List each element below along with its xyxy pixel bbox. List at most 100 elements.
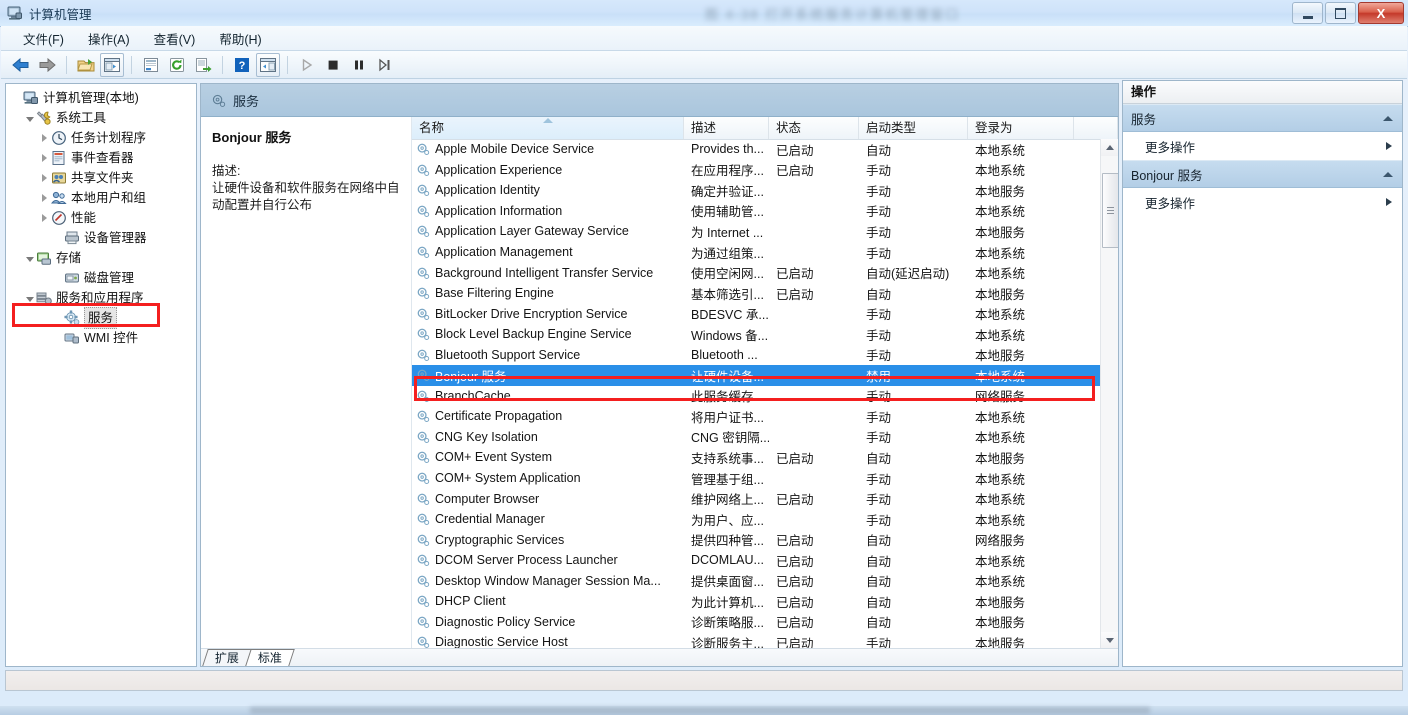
tree-item-system-tools[interactable]: 系统工具 xyxy=(10,108,196,128)
table-row[interactable]: DHCP Client为此计算机...已启动自动本地服务 xyxy=(412,591,1118,612)
table-row[interactable]: Certificate Propagation将用户证书...手动本地系统 xyxy=(412,406,1118,427)
table-row[interactable]: Block Level Backup Engine ServiceWindows… xyxy=(412,324,1118,345)
actions-group-title: Bonjour 服务 xyxy=(1131,165,1203,184)
table-row[interactable]: Diagnostic Service Host诊断服务主...已启动手动本地服务 xyxy=(412,632,1118,649)
twisty-none xyxy=(51,272,64,285)
table-row[interactable]: Bonjour 服务让硬件设备...禁用本地系统 xyxy=(412,365,1118,386)
table-row[interactable]: Base Filtering Engine基本筛选引...已启动自动本地服务 xyxy=(412,283,1118,304)
cell-description: DCOMLAU... xyxy=(684,553,769,567)
close-button[interactable]: X xyxy=(1358,2,1404,24)
table-row[interactable]: Application Experience在应用程序...已启动手动本地系统 xyxy=(412,160,1118,181)
back-button[interactable] xyxy=(9,53,33,77)
action-more-actions-bonjour[interactable]: 更多操作 xyxy=(1123,188,1402,216)
actions-group-services[interactable]: 服务 xyxy=(1123,104,1402,132)
menu-view[interactable]: 查看(V) xyxy=(142,26,208,51)
shared-folders-icon xyxy=(51,170,67,186)
column-header-label: 登录为 xyxy=(975,121,1013,135)
cell-status: 已启动 xyxy=(769,140,859,159)
cell-description: 让硬件设备... xyxy=(684,366,769,385)
stop-service-button[interactable] xyxy=(321,53,345,77)
cell-name-text: COM+ System Application xyxy=(435,471,581,485)
scroll-down-button[interactable] xyxy=(1101,632,1118,649)
column-header-log-on-as[interactable]: 登录为 xyxy=(968,117,1074,139)
column-header-description[interactable]: 描述 xyxy=(684,117,769,139)
cell-startup-type: 自动 xyxy=(859,448,968,467)
show-action-pane-button[interactable] xyxy=(256,53,280,77)
cell-description: 为 Internet ... xyxy=(684,222,769,241)
scrollbar-thumb[interactable] xyxy=(1102,173,1118,248)
table-row[interactable]: COM+ System Application管理基于组...手动本地系统 xyxy=(412,468,1118,489)
table-row[interactable]: Diagnostic Policy Service诊断策略服...已启动自动本地… xyxy=(412,612,1118,633)
twisty-collapsed[interactable] xyxy=(38,132,51,145)
help-button[interactable]: ? xyxy=(230,53,254,77)
cell-description: 诊断服务主... xyxy=(684,633,769,649)
table-row[interactable]: BitLocker Drive Encryption ServiceBDESVC… xyxy=(412,303,1118,324)
table-row[interactable]: Credential Manager为用户、应...手动本地系统 xyxy=(412,509,1118,530)
column-header-startup-type[interactable]: 启动类型 xyxy=(859,117,968,139)
cell-name: CNG Key Isolation xyxy=(412,430,684,444)
maximize-button[interactable] xyxy=(1325,2,1356,24)
tree-item-shared-folders[interactable]: 共享文件夹 xyxy=(10,168,196,188)
scroll-up-button[interactable] xyxy=(1101,139,1118,156)
tree-item-local-users-groups[interactable]: 本地用户和组 xyxy=(10,188,196,208)
table-row[interactable]: COM+ Event System支持系统事...已启动自动本地服务 xyxy=(412,447,1118,468)
cell-name: Diagnostic Service Host xyxy=(412,635,684,649)
tree-item-disk-management[interactable]: 磁盘管理 xyxy=(10,268,196,288)
table-row[interactable]: Background Intelligent Transfer Service使… xyxy=(412,262,1118,283)
twisty-collapsed[interactable] xyxy=(38,172,51,185)
collapse-caret-icon[interactable] xyxy=(1383,116,1393,121)
table-row[interactable]: Bluetooth Support ServiceBluetooth ...手动… xyxy=(412,344,1118,365)
tree-item-services-and-applications[interactable]: 服务和应用程序 xyxy=(10,288,196,308)
table-row[interactable]: Application Layer Gateway Service为 Inter… xyxy=(412,221,1118,242)
minimize-button[interactable] xyxy=(1292,2,1323,24)
tab-extended[interactable]: 扩展 xyxy=(202,649,252,666)
cell-startup-type: 手动 xyxy=(859,243,968,262)
twisty-expanded[interactable] xyxy=(23,252,36,265)
twisty-expanded[interactable] xyxy=(23,292,36,305)
up-folder-button[interactable] xyxy=(74,53,98,77)
tab-standard[interactable]: 标准 xyxy=(245,649,295,666)
action-more-actions-services[interactable]: 更多操作 xyxy=(1123,132,1402,160)
actions-group-bonjour[interactable]: Bonjour 服务 xyxy=(1123,160,1402,188)
menu-file[interactable]: 文件(F) xyxy=(11,26,76,51)
tree-item-label: 计算机管理(本地) xyxy=(43,88,139,108)
tree-item-computer-management[interactable]: 计算机管理(本地) xyxy=(10,88,196,108)
pause-service-button[interactable] xyxy=(347,53,371,77)
export-list-button[interactable] xyxy=(191,53,215,77)
table-row[interactable]: Apple Mobile Device ServiceProvides th..… xyxy=(412,139,1118,160)
restart-service-button[interactable] xyxy=(373,53,397,77)
tree-item-task-scheduler[interactable]: 任务计划程序 xyxy=(10,128,196,148)
table-row[interactable]: CNG Key IsolationCNG 密钥隔...手动本地系统 xyxy=(412,427,1118,448)
table-row[interactable]: Computer Browser维护网络上...已启动手动本地系统 xyxy=(412,488,1118,509)
tree-item-device-manager[interactable]: 设备管理器 xyxy=(10,228,196,248)
show-hide-tree-button[interactable] xyxy=(100,53,124,77)
menu-action[interactable]: 操作(A) xyxy=(76,26,142,51)
properties-button[interactable] xyxy=(139,53,163,77)
tree-item-performance[interactable]: 性能 xyxy=(10,208,196,228)
menu-help[interactable]: 帮助(H) xyxy=(207,26,273,51)
cell-description: 为通过组策... xyxy=(684,243,769,262)
table-row[interactable]: BranchCache此服务缓存...手动网络服务 xyxy=(412,386,1118,407)
table-row[interactable]: Application Information使用辅助管...手动本地系统 xyxy=(412,201,1118,222)
twisty-collapsed[interactable] xyxy=(38,192,51,205)
tree-item-services[interactable]: 服务 xyxy=(10,308,196,328)
column-header-name[interactable]: 名称 xyxy=(412,117,684,139)
column-header-status[interactable]: 状态 xyxy=(769,117,859,139)
tree-item-label: 存储 xyxy=(56,248,81,268)
table-row[interactable]: Cryptographic Services提供四种管...已启动自动网络服务 xyxy=(412,529,1118,550)
tree-item-wmi-control[interactable]: WMI 控件 xyxy=(10,328,196,348)
table-row[interactable]: DCOM Server Process LauncherDCOMLAU...已启… xyxy=(412,550,1118,571)
collapse-caret-icon[interactable] xyxy=(1383,172,1393,177)
forward-button[interactable] xyxy=(35,53,59,77)
table-row[interactable]: Application Identity确定并验证...手动本地服务 xyxy=(412,180,1118,201)
tree-item-event-viewer[interactable]: 事件查看器 xyxy=(10,148,196,168)
table-row[interactable]: Application Management为通过组策...手动本地系统 xyxy=(412,242,1118,263)
cell-description: 支持系统事... xyxy=(684,448,769,467)
services-list-scrollbar[interactable] xyxy=(1100,139,1118,649)
twisty-collapsed[interactable] xyxy=(38,152,51,165)
twisty-collapsed[interactable] xyxy=(38,212,51,225)
twisty-expanded[interactable] xyxy=(23,112,36,125)
refresh-button[interactable] xyxy=(165,53,189,77)
tree-item-storage[interactable]: 存储 xyxy=(10,248,196,268)
table-row[interactable]: Desktop Window Manager Session Ma...提供桌面… xyxy=(412,570,1118,591)
